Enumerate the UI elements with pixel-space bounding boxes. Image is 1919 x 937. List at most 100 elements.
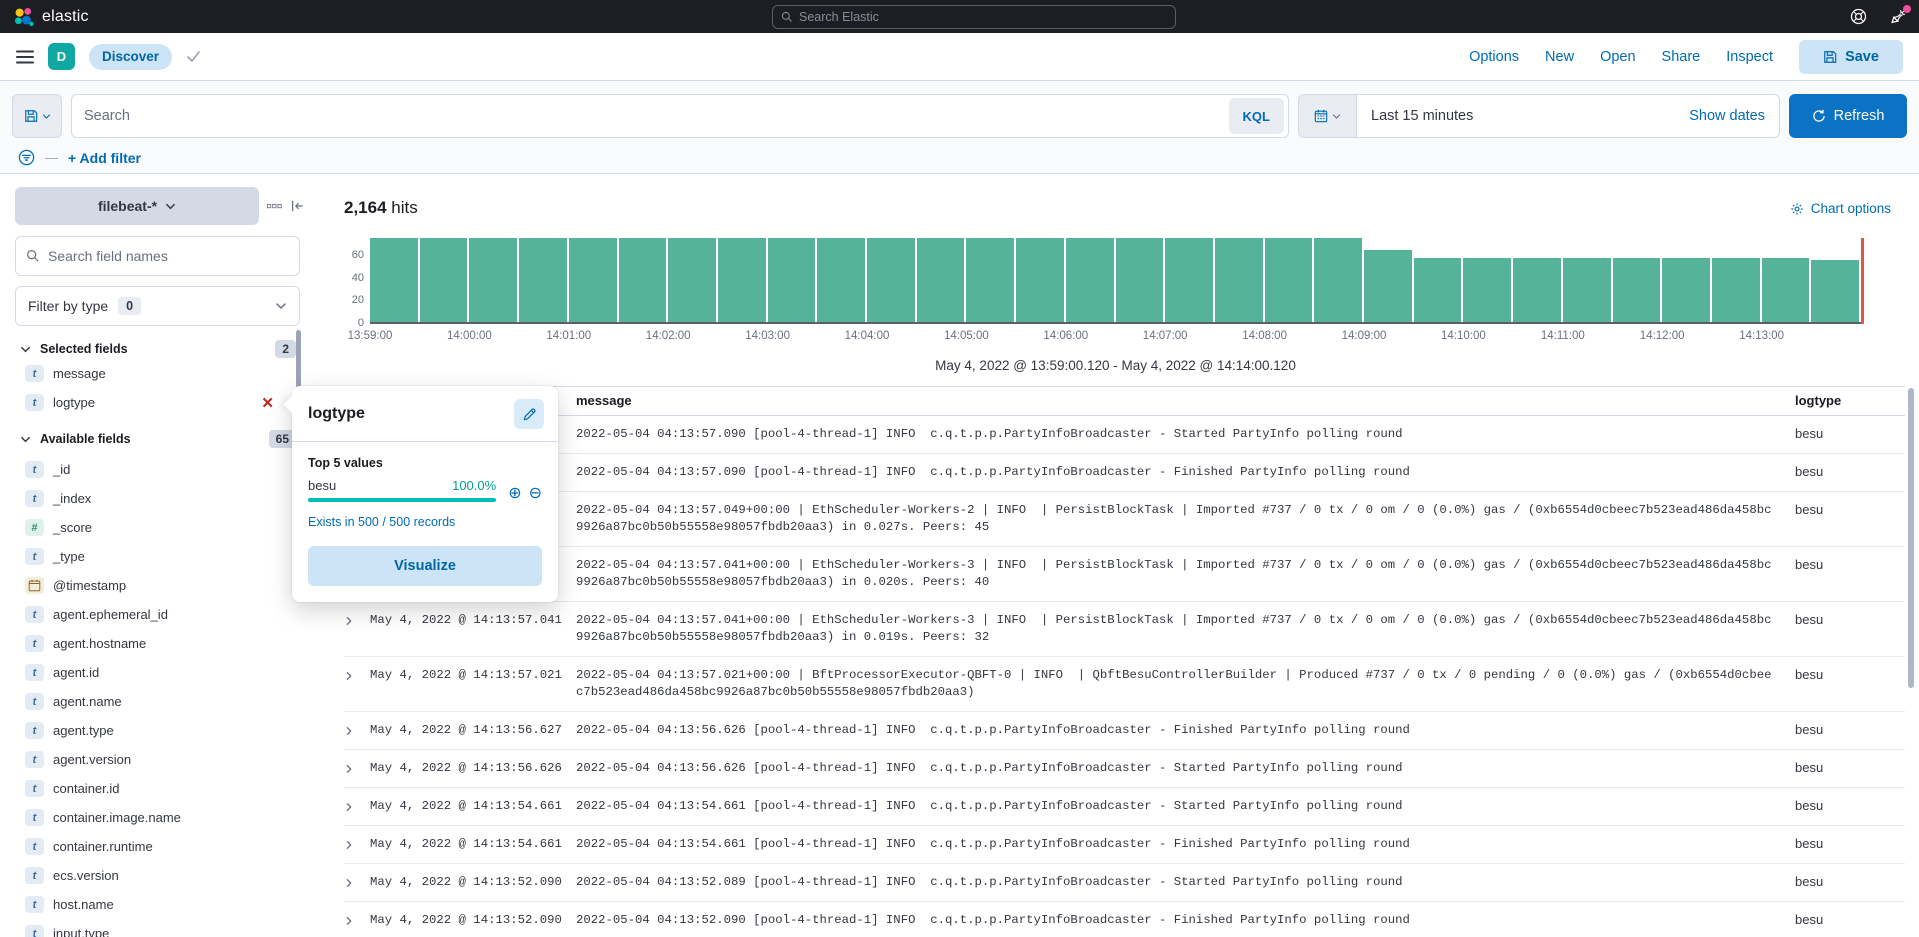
histogram-bar-14:11:30[interactable] (1613, 258, 1661, 322)
remove-field-icon[interactable]: ✕ (261, 394, 274, 412)
histogram-bar-14:01:30[interactable] (619, 238, 667, 322)
expand-row-icon[interactable] (344, 912, 362, 929)
refresh-button[interactable]: Refresh (1789, 94, 1907, 138)
global-search[interactable] (772, 5, 1176, 29)
histogram-bar-14:10:00[interactable] (1463, 258, 1511, 322)
field-item-ecs.version[interactable]: tecs.version (25, 861, 302, 890)
available-fields-header[interactable]: Available fields 65 (20, 430, 296, 448)
histogram-bar-14:12:30[interactable] (1712, 258, 1760, 322)
field-item-_id[interactable]: t_id (25, 455, 302, 484)
nav-link-inspect[interactable]: Inspect (1726, 49, 1773, 65)
filter-for-value-icon[interactable]: ⊕ (508, 485, 521, 501)
histogram-bar-14:03:30[interactable] (817, 238, 865, 322)
field-item-agent.ephemeral_id[interactable]: tagent.ephemeral_id (25, 600, 302, 629)
edit-field-icon[interactable] (514, 399, 544, 429)
help-icon[interactable] (1847, 6, 1869, 28)
histogram-bar-14:06:30[interactable] (1116, 238, 1164, 322)
visualize-button[interactable]: Visualize (308, 546, 542, 586)
histogram-bar-14:11:00[interactable] (1563, 258, 1611, 322)
exists-records-link[interactable]: Exists in 500 / 500 records (308, 515, 455, 529)
histogram-bar-14:03:00[interactable] (768, 238, 816, 322)
filter-by-type-label: Filter by type (28, 298, 108, 314)
newsfeed-icon[interactable] (1887, 6, 1909, 28)
histogram-bar-14:13:00[interactable] (1762, 258, 1810, 322)
field-search-input[interactable] (48, 248, 289, 264)
expand-row-icon[interactable] (344, 760, 362, 777)
time-range-value[interactable]: Last 15 minutes (1357, 108, 1675, 124)
expand-row-icon[interactable] (344, 667, 362, 684)
histogram-bar-14:13:30[interactable] (1811, 260, 1859, 322)
field-item-host.name[interactable]: thost.name (25, 890, 302, 919)
search-icon (781, 11, 793, 23)
time-range-caption: May 4, 2022 @ 13:59:00.120 - May 4, 2022… (370, 358, 1861, 373)
field-item-@timestamp[interactable]: @timestamp (25, 571, 302, 600)
histogram-bar-14:00:30[interactable] (519, 238, 567, 322)
histogram-bar-13:59:30[interactable] (420, 238, 468, 322)
histogram-bar-14:04:00[interactable] (867, 238, 915, 322)
nav-link-share[interactable]: Share (1662, 49, 1701, 65)
table-header-logtype[interactable]: logtype (1795, 393, 1905, 408)
chart-options-button[interactable]: Chart options (1790, 201, 1891, 216)
filter-by-type-select[interactable]: Filter by type 0 (15, 286, 300, 326)
field-settings-icon[interactable] (267, 202, 282, 211)
saved-query-menu-button[interactable] (12, 94, 62, 138)
histogram-bar-14:02:30[interactable] (718, 238, 766, 322)
space-avatar[interactable]: D (48, 43, 75, 70)
histogram-bar-13:59:00[interactable] (370, 238, 418, 322)
date-quick-select-button[interactable] (1299, 95, 1357, 137)
field-item-logtype[interactable]: tlogtype✕ (25, 388, 302, 417)
selected-fields-header[interactable]: Selected fields 2 (20, 340, 296, 358)
filter-icon[interactable] (18, 149, 35, 166)
collapse-sidebar-icon[interactable] (290, 199, 304, 213)
field-item-agent.type[interactable]: tagent.type (25, 716, 302, 745)
histogram-bar-14:07:30[interactable] (1215, 238, 1263, 322)
field-item-agent.name[interactable]: tagent.name (25, 687, 302, 716)
field-item-container.runtime[interactable]: tcontainer.runtime (25, 832, 302, 861)
field-item-agent.version[interactable]: tagent.version (25, 745, 302, 774)
histogram-bar-14:08:00[interactable] (1265, 238, 1313, 322)
histogram-bar-14:09:00[interactable] (1364, 250, 1412, 322)
breadcrumb-discover[interactable]: Discover (89, 44, 172, 70)
nav-link-new[interactable]: New (1545, 49, 1574, 65)
histogram-bar-14:05:30[interactable] (1016, 238, 1064, 322)
query-input[interactable] (72, 108, 1225, 124)
histogram-bar-14:08:30[interactable] (1314, 238, 1362, 322)
histogram-bar-14:07:00[interactable] (1165, 238, 1213, 322)
field-item-container.image.name[interactable]: tcontainer.image.name (25, 803, 302, 832)
histogram-bar-14:09:30[interactable] (1414, 258, 1462, 322)
expand-row-icon[interactable] (344, 836, 362, 853)
table-header-message[interactable]: message (576, 393, 1795, 408)
field-item-container.id[interactable]: tcontainer.id (25, 774, 302, 803)
field-item-input.type[interactable]: tinput.type (25, 919, 302, 937)
filter-out-value-icon[interactable]: ⊖ (529, 485, 542, 501)
histogram-bar-14:00:00[interactable] (469, 238, 517, 322)
field-item-_score[interactable]: #_score (25, 513, 302, 542)
nav-link-options[interactable]: Options (1469, 49, 1519, 65)
show-dates-button[interactable]: Show dates (1675, 108, 1779, 124)
expand-row-icon[interactable] (344, 798, 362, 815)
histogram-bar-14:05:00[interactable] (966, 238, 1014, 322)
global-search-input[interactable] (799, 10, 1167, 24)
field-item-_type[interactable]: t_type (25, 542, 302, 571)
index-pattern-select[interactable]: filebeat-* (15, 187, 259, 225)
query-language-button[interactable]: KQL (1229, 98, 1284, 134)
expand-row-icon[interactable] (344, 874, 362, 891)
histogram-bar-14:01:00[interactable] (569, 238, 617, 322)
field-item-_index[interactable]: t_index (25, 484, 302, 513)
add-filter-button[interactable]: + Add filter (68, 150, 141, 166)
field-item-message[interactable]: tmessage (25, 359, 302, 388)
field-item-agent.id[interactable]: tagent.id (25, 658, 302, 687)
histogram-bar-14:12:00[interactable] (1662, 258, 1710, 322)
histogram-bar-14:10:30[interactable] (1513, 258, 1561, 322)
text-field-icon: t (25, 490, 44, 507)
table-scrollbar[interactable] (1908, 388, 1914, 688)
menu-hamburger-icon[interactable] (16, 50, 34, 64)
histogram-bar-14:02:00[interactable] (668, 238, 716, 322)
histogram-bar-14:06:00[interactable] (1066, 238, 1114, 322)
field-item-agent.hostname[interactable]: tagent.hostname (25, 629, 302, 658)
histogram-bar-14:04:30[interactable] (917, 238, 965, 322)
nav-link-open[interactable]: Open (1600, 49, 1635, 65)
save-button[interactable]: Save (1799, 40, 1903, 74)
expand-row-icon[interactable] (344, 722, 362, 739)
expand-row-icon[interactable] (344, 612, 362, 629)
